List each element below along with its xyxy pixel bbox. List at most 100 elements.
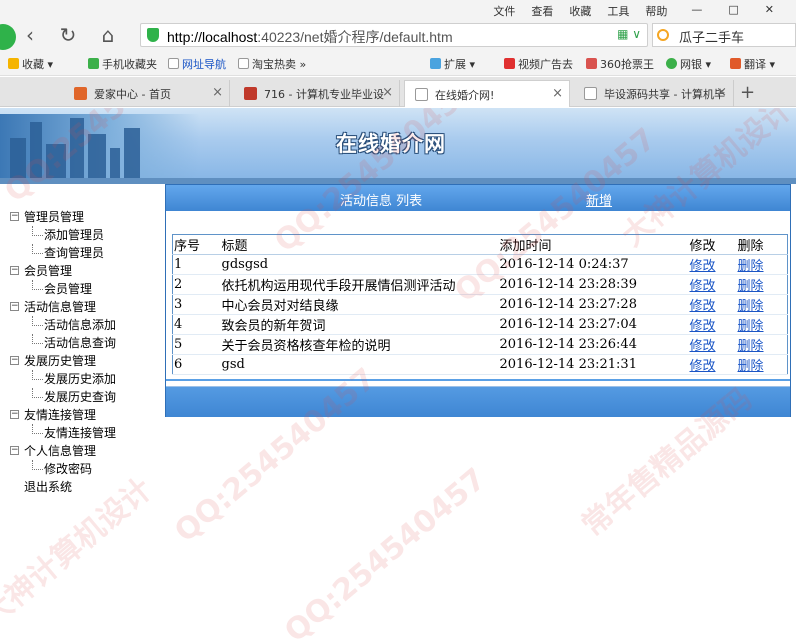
edit-link[interactable]: 修改 <box>690 279 716 294</box>
sidebar-item-links-manage[interactable]: 友情连接管理 <box>10 424 170 442</box>
tab-close-icon[interactable]: × <box>382 85 393 100</box>
bookmark-ticket[interactable]: 360抢票王 <box>586 56 654 72</box>
sidebar-group-history[interactable]: − 发展历史管理 <box>10 352 170 370</box>
back-icon[interactable]: ‹ <box>18 24 42 46</box>
col-header-time: 添加时间 <box>498 234 689 255</box>
menu-help[interactable]: 帮助 <box>637 3 675 19</box>
site-banner: 在线婚介网 <box>0 108 796 184</box>
site-favicon-icon <box>74 87 87 100</box>
url-path: :40223/net婚介程序/default.htm <box>257 29 453 45</box>
cell-no: 1 <box>174 257 183 272</box>
translate-icon <box>730 58 741 69</box>
sidebar-item-history-add[interactable]: 发展历史添加 <box>10 370 170 388</box>
sidebar-item-query-admin[interactable]: 查询管理员 <box>10 244 170 262</box>
tab-close-icon[interactable]: × <box>552 86 563 101</box>
edit-link[interactable]: 修改 <box>690 319 716 334</box>
tab-label: 毕设源码共享 - 计算机毕 <box>604 88 725 101</box>
tab-close-icon[interactable]: × <box>716 85 727 100</box>
table-row: 3 中心会员对对结良缘 2016-12-14 23:27:28 修改 删除 <box>172 294 788 315</box>
maximize-icon[interactable]: □ <box>720 3 746 19</box>
minimize-icon[interactable]: — <box>683 3 710 19</box>
collapse-icon[interactable]: − <box>10 410 19 419</box>
edit-link[interactable]: 修改 <box>690 299 716 314</box>
tab-label: 爱家中心 - 首页 <box>94 88 171 101</box>
sidebar-group-activity[interactable]: − 活动信息管理 <box>10 298 170 316</box>
table-row: 2 依托机构运用现代手段开展情侣测评活动 2016-12-14 23:28:39 修改… <box>172 274 788 295</box>
collapse-icon[interactable]: − <box>10 302 19 311</box>
menu-view[interactable]: 查看 <box>523 3 561 19</box>
sidebar-item-logout[interactable]: 退出系统 <box>10 478 170 496</box>
collapse-icon[interactable]: − <box>10 212 19 221</box>
bookmark-bank[interactable]: 网银 ▾ <box>666 56 711 72</box>
table-cell: 修改 <box>688 314 737 335</box>
page-icon <box>415 88 428 101</box>
bookmark-extensions[interactable]: 扩展 ▾ <box>430 56 475 72</box>
delete-link[interactable]: 删除 <box>738 279 764 294</box>
search-box[interactable]: 瓜子二手车 <box>652 23 796 47</box>
menu-file[interactable]: 文件 <box>485 3 523 19</box>
tab-marriage-site[interactable]: 在线婚介网! × <box>404 80 570 107</box>
edit-link[interactable]: 修改 <box>690 339 716 354</box>
menu-tools[interactable]: 工具 <box>599 3 637 19</box>
search-input[interactable]: 瓜子二手车 <box>679 27 744 46</box>
table-cell: 2016-12-14 23:21:31 <box>498 354 689 375</box>
admin-sidebar-tree: − 管理员管理 添加管理员 查询管理员 − 会员管理 会员管理 − 活动信息管理 活动… <box>10 208 170 496</box>
close-icon[interactable]: ✕ <box>757 3 782 19</box>
add-new-link[interactable]: 新增 <box>586 190 612 209</box>
sidebar-item-history-query[interactable]: 发展历史查询 <box>10 388 170 406</box>
delete-link[interactable]: 删除 <box>738 319 764 334</box>
collapse-icon[interactable]: − <box>10 266 19 275</box>
sidebar-item-member-manage[interactable]: 会员管理 <box>10 280 170 298</box>
delete-link[interactable]: 删除 <box>738 299 764 314</box>
sidebar-item-change-password[interactable]: 修改密码 <box>10 460 170 478</box>
new-tab-icon[interactable]: + <box>740 82 755 103</box>
address-url[interactable]: http://localhost:40223/net婚介程序/default.h… <box>167 27 453 47</box>
cell-title: 关于会员资格核查年检的说明 <box>221 339 391 354</box>
bookmark-translate[interactable]: 翻译 ▾ <box>730 56 775 72</box>
sidebar-group-personal[interactable]: − 个人信息管理 <box>10 442 170 460</box>
address-tools-icon[interactable]: ▦ ∨ <box>617 27 641 41</box>
sidebar-group-links[interactable]: − 友情连接管理 <box>10 406 170 424</box>
footer-divider <box>166 381 790 387</box>
sidebar-item-add-admin[interactable]: 添加管理员 <box>10 226 170 244</box>
home-icon[interactable]: ⌂ <box>96 24 120 46</box>
edit-link[interactable]: 修改 <box>690 359 716 374</box>
sidebar-item-activity-query[interactable]: 活动信息查询 <box>10 334 170 352</box>
refresh-icon[interactable]: ↻ <box>56 24 80 46</box>
bookmark-taobao[interactable]: 淘宝热卖 » <box>238 56 306 72</box>
tab-close-icon[interactable]: × <box>212 85 223 100</box>
tab-source-share[interactable]: 毕设源码共享 - 计算机毕 × <box>574 80 734 107</box>
bookmark-video-ad[interactable]: 视频广告去 <box>504 56 573 72</box>
sidebar-item-activity-add[interactable]: 活动信息添加 <box>10 316 170 334</box>
tab-aijia[interactable]: 爱家中心 - 首页 × <box>64 80 230 107</box>
delete-link[interactable]: 删除 <box>738 259 764 274</box>
delete-link[interactable]: 删除 <box>738 359 764 374</box>
cell-time: 2016-12-14 23:21:31 <box>499 357 637 372</box>
table-cell: 2016-12-14 23:27:28 <box>498 294 689 315</box>
bookmark-mobile[interactable]: 手机收藏夹 <box>88 56 157 72</box>
tab-716[interactable]: 716 - 计算机专业毕业设 × <box>234 80 400 107</box>
table-cell: 依托机构运用现代手段开展情侣测评活动 <box>220 274 499 295</box>
delete-link[interactable]: 删除 <box>738 339 764 354</box>
sidebar-group-admin[interactable]: − 管理员管理 <box>10 208 170 226</box>
bookmark-favorites[interactable]: 收藏 ▾ <box>8 56 53 72</box>
page-icon <box>584 87 597 100</box>
collapse-icon[interactable]: − <box>10 446 19 455</box>
sidebar-group-member[interactable]: − 会员管理 <box>10 262 170 280</box>
cell-title: gdsgsd <box>221 257 269 272</box>
address-bar[interactable]: http://localhost:40223/net婚介程序/default.h… <box>140 23 648 47</box>
table-cell: 修改 <box>688 274 737 295</box>
tab-label: 在线婚介网! <box>435 89 495 102</box>
table-cell: 2016-12-14 23:27:04 <box>498 314 689 335</box>
edit-link[interactable]: 修改 <box>690 259 716 274</box>
table-cell: 3 <box>172 294 221 315</box>
menu-favorites[interactable]: 收藏 <box>561 3 599 19</box>
activity-list-panel: 活动信息 列表 新增 序号 标题 添加时间 修改 删除 1 gdsgsd 2016-… <box>165 184 791 417</box>
bookmark-nav[interactable]: 网址导航 <box>168 56 226 72</box>
page-content: 在线婚介网 − 管理员管理 添加管理员 查询管理员 − 会员管理 会员管理 − 活动信… <box>0 108 796 640</box>
tab-label: 716 - 计算机专业毕业设 <box>264 88 384 101</box>
collapse-icon[interactable]: − <box>10 356 19 365</box>
table-cell: 修改 <box>688 354 737 375</box>
cell-time: 2016-12-14 23:27:04 <box>499 317 637 332</box>
table-row: 4 致会员的新年贺词 2016-12-14 23:27:04 修改 删除 <box>172 314 788 335</box>
